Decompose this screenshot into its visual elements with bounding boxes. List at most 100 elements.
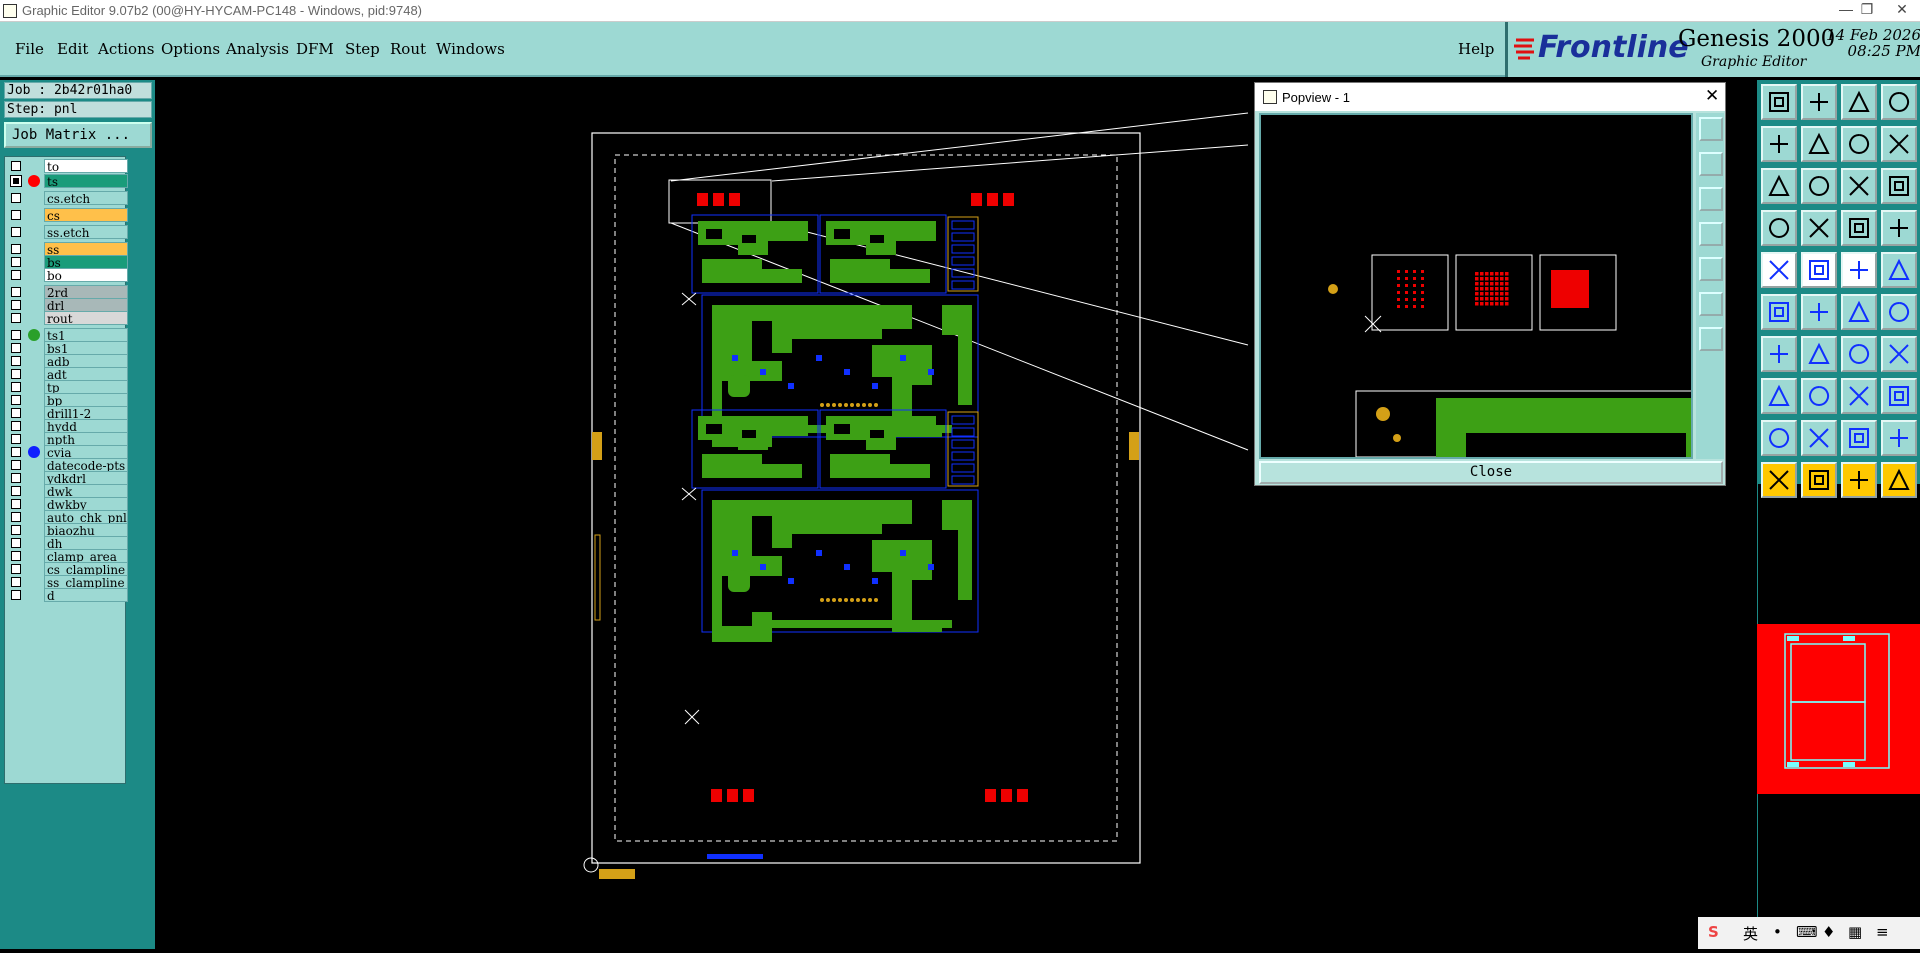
layer-row-cvia[interactable]: cvia	[8, 445, 128, 459]
restore-button[interactable]: ❐	[1847, 1, 1887, 18]
layer-row-ts1[interactable]: ts1	[8, 328, 128, 342]
layer-name[interactable]: datecode-pts	[44, 458, 128, 472]
layer-checkbox[interactable]	[11, 564, 21, 574]
layer-name[interactable]: bo	[44, 268, 128, 282]
copy-icon[interactable]	[1841, 378, 1877, 414]
layer-name[interactable]: hydd	[44, 419, 128, 433]
zoom-window-icon[interactable]	[1881, 84, 1917, 120]
zoom-in-icon[interactable]	[1801, 84, 1837, 120]
cross-icon[interactable]	[1801, 294, 1837, 330]
pan-left-icon[interactable]	[1761, 126, 1797, 162]
layer-row-tp[interactable]: tp	[8, 380, 128, 394]
layer-name[interactable]: ss_clampline	[44, 575, 128, 589]
layer-name[interactable]: ts1	[44, 328, 128, 342]
menu-step[interactable]: Step	[345, 40, 380, 58]
tri2-icon[interactable]	[1801, 420, 1837, 456]
layer-row-adt[interactable]: adt	[8, 367, 128, 381]
layer-name[interactable]: adb	[44, 354, 128, 368]
layer-checkbox[interactable]	[11, 382, 21, 392]
layer-name[interactable]: auto_chk_pnl	[44, 510, 128, 524]
layer-name[interactable]: to	[44, 159, 128, 173]
layer-row-ydkdrl[interactable]: ydkdrl	[8, 471, 128, 485]
layer-row-bs[interactable]: bs	[8, 255, 128, 269]
measure-icon[interactable]	[1881, 168, 1917, 204]
layer-checkbox[interactable]	[11, 590, 21, 600]
layer-checkbox[interactable]	[11, 434, 21, 444]
layer-name[interactable]: dwkby	[44, 497, 128, 511]
stretch-icon[interactable]	[1801, 378, 1837, 414]
layer-name[interactable]: dwk	[44, 484, 128, 498]
layer-checkbox[interactable]	[11, 300, 21, 310]
layer-name[interactable]: bp	[44, 393, 128, 407]
popview-pan-left-icon[interactable]	[1699, 222, 1723, 246]
popview-zoom-in-icon[interactable]	[1699, 152, 1723, 176]
layer-checkbox[interactable]	[11, 244, 21, 254]
select-feature-icon[interactable]	[1881, 462, 1917, 498]
fit-height-icon[interactable]	[1801, 168, 1837, 204]
layer-row-npth[interactable]: npth	[8, 432, 128, 446]
menu-windows[interactable]: Windows	[436, 40, 505, 58]
layer-row-bs1[interactable]: bs1	[8, 341, 128, 355]
layer-checkbox[interactable]	[11, 369, 21, 379]
layer-name[interactable]: cs_clampline	[44, 562, 128, 576]
layer-row-2rd[interactable]: 2rd	[8, 285, 128, 299]
tri4-icon[interactable]	[1881, 420, 1917, 456]
layer-name[interactable]: cs.etch	[44, 191, 128, 205]
grid-icon[interactable]	[1801, 210, 1837, 246]
layer-checkbox[interactable]	[11, 525, 21, 535]
layer-name[interactable]: npth	[44, 432, 128, 446]
rotate-icon[interactable]	[1841, 336, 1877, 372]
menu-rout[interactable]: Rout	[390, 40, 426, 58]
menu-analysis[interactable]: Analysis	[226, 40, 289, 58]
layer-row-bo[interactable]: bo	[8, 268, 128, 282]
mirror-icon[interactable]	[1881, 378, 1917, 414]
menu-options[interactable]: Options	[161, 40, 220, 58]
layer-name[interactable]: d	[44, 588, 128, 602]
layer-row-dh[interactable]: dh	[8, 536, 128, 550]
layer-row-d[interactable]: d	[8, 588, 128, 602]
menu-icon[interactable]: ≡	[1876, 923, 1889, 941]
layer-row-cs.etch[interactable]: cs.etch	[8, 191, 128, 205]
layer-row-ts[interactable]: ts	[8, 174, 128, 188]
layer-checkbox[interactable]	[11, 270, 21, 280]
layer-name[interactable]: drill1-2	[44, 406, 128, 420]
layer-name[interactable]: drl	[44, 298, 128, 312]
layer-row-cs[interactable]: cs	[8, 208, 128, 222]
layer-checkbox[interactable]	[11, 343, 21, 353]
popview-fit-icon[interactable]	[1699, 292, 1723, 316]
layer-row-drl[interactable]: drl	[8, 298, 128, 312]
layer-checkbox[interactable]	[11, 210, 21, 220]
fit-width-icon[interactable]	[1761, 168, 1797, 204]
layer-checkbox[interactable]	[11, 193, 21, 203]
layer-name[interactable]: biaozhu	[44, 523, 128, 537]
circle-icon[interactable]	[1881, 252, 1917, 288]
popview-center-icon[interactable]	[1699, 327, 1723, 351]
connect-icon[interactable]	[1761, 294, 1797, 330]
punctuation-icon[interactable]: •	[1773, 923, 1782, 941]
layer-row-dwkby[interactable]: dwkby	[8, 497, 128, 511]
dash-icon[interactable]	[1841, 252, 1877, 288]
layer-checkbox[interactable]	[11, 161, 21, 171]
layer-row-ss.etch[interactable]: ss.etch	[8, 225, 128, 239]
keyboard-icon[interactable]: ⌨	[1796, 923, 1818, 941]
pad-icon[interactable]	[1761, 252, 1797, 288]
sogou-icon[interactable]: S	[1708, 923, 1719, 941]
layer-checkbox[interactable]	[11, 257, 21, 267]
layer-checkbox[interactable]	[11, 512, 21, 522]
snap-icon[interactable]	[1761, 210, 1797, 246]
tri1-icon[interactable]	[1761, 420, 1797, 456]
layer-checkbox[interactable]	[11, 473, 21, 483]
zoom-forward-icon[interactable]	[1881, 126, 1917, 162]
layer-name[interactable]: bs1	[44, 341, 128, 355]
layer-row-adb[interactable]: adb	[8, 354, 128, 368]
slash-icon[interactable]	[1761, 336, 1797, 372]
menu-file[interactable]: File	[15, 40, 44, 58]
select-net-icon[interactable]	[1881, 210, 1917, 246]
menu-actions[interactable]: Actions	[98, 40, 154, 58]
layer-row-dwk[interactable]: dwk	[8, 484, 128, 498]
layer-name[interactable]: cvia	[44, 445, 128, 459]
ime-mode[interactable]: 英	[1743, 923, 1758, 944]
popview-close-button[interactable]: Close	[1259, 461, 1723, 484]
popview-zoom-out-icon[interactable]	[1699, 187, 1723, 211]
layer-row-hydd[interactable]: hydd	[8, 419, 128, 433]
